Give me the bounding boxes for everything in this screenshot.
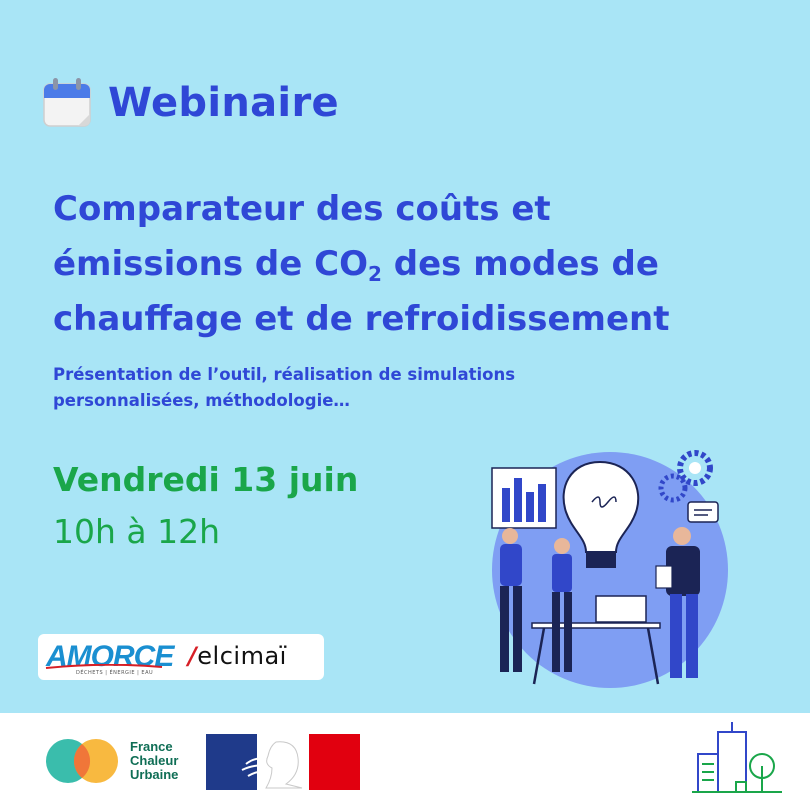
fcu-line-2: Chaleur xyxy=(130,753,179,768)
event-subtitle-line-1: Présentation de l’outil, réalisation de … xyxy=(53,365,516,384)
fcu-line-3: Urbaine xyxy=(130,767,179,782)
chart-board xyxy=(491,467,557,529)
event-subtitle: Présentation de l’outil, réalisation de … xyxy=(53,362,573,414)
fcu-line-1: France xyxy=(130,739,173,754)
event-title: Comparateur des coûts et émissions de CO… xyxy=(53,182,753,347)
event-title-line-2: émissions de CO2 des modes de xyxy=(53,244,659,286)
footer xyxy=(0,713,810,810)
laptop-icon xyxy=(595,595,647,623)
event-date: Vendredi 13 juin xyxy=(53,460,359,499)
partner-logos: AMORCE DÉCHETS | ÉNERGIE | EAU /elcimaï xyxy=(38,634,324,680)
collaboration-illustration xyxy=(491,450,728,688)
republique-francaise-logo xyxy=(206,734,360,790)
event-time: 10h à 12h xyxy=(53,512,221,551)
speech-bubble-icon xyxy=(687,501,719,523)
amorce-tagline: DÉCHETS | ÉNERGIE | EAU xyxy=(76,670,154,676)
france-chaleur-urbaine-label: France Chaleur Urbaine xyxy=(130,740,200,782)
france-chaleur-urbaine-logo-icon xyxy=(46,739,118,783)
event-subtitle-line-2: personnalisées, méthodologie… xyxy=(53,391,350,410)
calendar-icon xyxy=(43,78,91,127)
elcimai-logo: /elcimaï xyxy=(188,642,287,670)
event-title-line-1: Comparateur des coûts et xyxy=(53,189,551,229)
city-icon xyxy=(692,722,782,793)
desk xyxy=(531,622,661,629)
event-title-line-3: chauffage et de refroidissement xyxy=(53,299,670,339)
page-title: Webinaire xyxy=(108,80,339,126)
